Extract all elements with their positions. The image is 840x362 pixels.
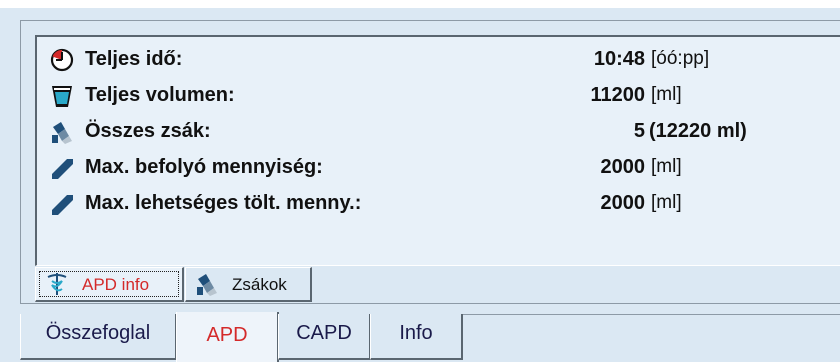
clock-icon <box>50 48 74 72</box>
top-strip <box>0 0 840 8</box>
fill-icon <box>52 195 73 215</box>
max-fill-value: 2000 <box>600 192 646 214</box>
max-inflow-unit: [ml] <box>651 156 682 177</box>
total-time-value: 10:48 <box>593 48 645 70</box>
total-volume-label: Teljes volumen: <box>85 84 235 106</box>
total-time-label: Teljes idő: <box>85 48 183 70</box>
total-bags-row: Összes zsák: 5 (12220 ml) <box>49 117 840 147</box>
total-time-row: Teljes idő: 10:48 [óó:pp] <box>49 45 840 75</box>
tab-summary[interactable]: Összefoglal <box>20 314 177 360</box>
tab-bags[interactable]: Zsákok <box>185 267 312 302</box>
max-inflow-label: Max. befolyó mennyiség: <box>85 156 323 178</box>
inflow-icon <box>52 159 73 179</box>
max-fill-label: Max. lehetséges tölt. menny.: <box>85 192 362 214</box>
tab-capd[interactable]: CAPD <box>278 314 371 360</box>
sub-tab-bar: APD info Zsákok <box>35 267 435 302</box>
tab-capd-label: CAPD <box>296 322 352 344</box>
bags-icon <box>197 274 217 296</box>
tab-bags-label: Zsákok <box>232 275 287 294</box>
total-bags-label: Összes zsák: <box>85 120 211 142</box>
total-volume-unit: [ml] <box>651 84 682 105</box>
total-volume-value: 11200 <box>590 84 645 106</box>
total-bags-volume: (12220 ml) <box>649 120 747 142</box>
summary-panel: Teljes idő: 10:48 [óó:pp] Teljes volumen… <box>35 35 840 266</box>
total-volume-row: Teljes volumen: 11200 [ml] <box>49 81 840 111</box>
max-inflow-value: 2000 <box>600 156 646 178</box>
tab-info[interactable]: Info <box>370 314 463 360</box>
tab-apd-info-label: APD info <box>82 275 150 294</box>
cup-icon <box>52 86 72 107</box>
bags-icon <box>52 122 72 144</box>
total-time-unit: [óó:pp] <box>651 48 710 69</box>
caduceus-icon <box>47 273 67 295</box>
tab-summary-label: Összefoglal <box>45 322 151 344</box>
main-tab-bar: Összefoglal APD CAPD Info <box>20 312 840 362</box>
tab-apd-label: APD <box>206 324 248 346</box>
max-fill-row: Max. lehetséges tölt. menny.: 2000 [ml] <box>49 189 840 219</box>
max-fill-unit: [ml] <box>651 192 682 213</box>
tab-apd[interactable]: APD <box>176 312 279 362</box>
max-inflow-row: Max. befolyó mennyiség: 2000 [ml] <box>49 153 840 183</box>
tab-info-label: Info <box>399 322 433 344</box>
tab-content-area: Teljes idő: 10:48 [óó:pp] Teljes volumen… <box>20 20 840 304</box>
total-bags-value: 5 <box>633 120 645 142</box>
tab-apd-info[interactable]: APD info <box>35 267 184 302</box>
